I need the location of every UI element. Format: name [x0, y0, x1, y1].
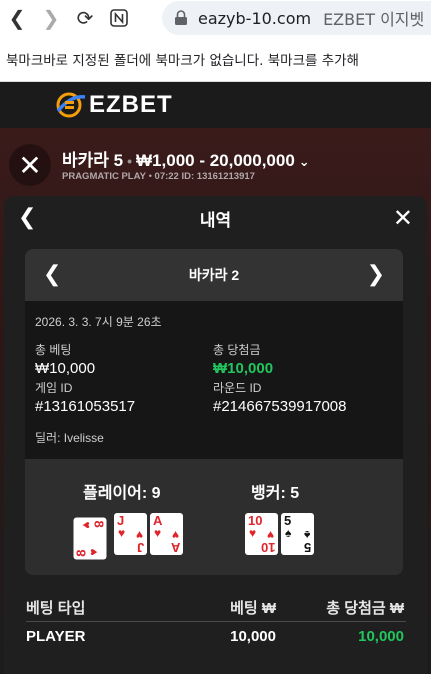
game-title[interactable]: 바카라 5 • ₩1,000 - 20,000,000 ⌄ — [62, 146, 310, 171]
card-suit-icon: ♥ — [86, 548, 101, 556]
player-card-1: 8 ♥ 8 ♥ — [73, 517, 107, 560]
logo-mark-icon — [56, 92, 86, 118]
round-navigator: ❮ 바카라 2 ❯ — [25, 249, 403, 301]
address-bar[interactable]: eazyb-10.com EZBET 이지벳 — [162, 1, 431, 35]
table-row: PLAYER 10,000 10,000 — [26, 622, 406, 650]
card-rank: 5 — [303, 540, 311, 555]
round-id-label: 라운드 ID — [213, 381, 262, 395]
total-win-value: ₩10,000 — [213, 360, 274, 377]
total-win-label: 총 당첨금 — [213, 343, 261, 357]
site-logo[interactable]: EZBET — [55, 91, 173, 119]
card-rank: J — [136, 540, 144, 555]
site-title-text: EZBET 이지벳 — [323, 10, 425, 29]
total-bet-value: ₩10,000 — [35, 360, 96, 377]
card-suit-icon: ♥ — [266, 528, 274, 542]
card-suit-icon: ♥ — [79, 521, 94, 529]
game-id-label: 게임 ID — [35, 381, 73, 395]
provider-name: PRAGMATIC PLAY — [62, 171, 146, 182]
game-limits: ₩1,000 - 20,000,000 — [136, 151, 295, 170]
game-id-value: #13161053517 — [35, 398, 136, 415]
win-amount-cell: 10,000 — [358, 627, 404, 645]
next-round-chevron-icon[interactable]: ❯ — [367, 261, 385, 287]
bet-table-header: 베팅 타입 베팅 ₩ 총 당첨금 ₩ — [26, 594, 406, 622]
bet-amount-cell: 10,000 — [230, 627, 276, 645]
game-subinfo: PRAGMATIC PLAY • 07:22 ID: 13161213917 — [62, 171, 255, 182]
chevron-down-icon: ⌄ — [298, 154, 310, 169]
game-table-id: ID: 13161213917 — [181, 171, 255, 182]
bet-type-cell: PLAYER — [26, 627, 86, 645]
player-card-2: J ♥ J ♥ — [114, 513, 147, 555]
banker-card-2: 5 ♠ 5 ♠ — [281, 513, 314, 555]
card-rank: A — [170, 540, 180, 555]
forward-arrow-icon[interactable]: ❯ — [34, 0, 68, 36]
prev-round-chevron-icon[interactable]: ❮ — [43, 261, 61, 287]
separator-dot: • — [127, 153, 133, 169]
game-name: 바카라 5 — [62, 151, 124, 170]
reload-icon[interactable]: ⟳ — [68, 0, 102, 36]
card-suit-icon: ♠ — [285, 526, 292, 540]
player-score: 플레이어: 9 — [83, 485, 161, 502]
player-card-3: A ♥ A ♥ — [150, 513, 183, 555]
col-bet-type: 베팅 타입 — [26, 600, 86, 617]
round-game-name: 바카라 2 — [188, 267, 240, 283]
banker-card-1: 10 ♥ 10 ♥ — [245, 513, 278, 555]
browser-toolbar: ❮ ❯ ⟳ eazyb-10.com EZBET 이지벳 — [0, 0, 431, 36]
banker-cards: 10 ♥ 10 ♥ 5 ♠ 5 ♠ — [245, 513, 314, 555]
round-result: 플레이어: 9 뱅커: 5 8 ♥ 8 ♥ J ♥ J ♥ A ♥ A ♥ 10 ♥ 10 ♥ 5 ♠ 5 ♠ — [25, 459, 403, 575]
round-id-value: #214667539917008 — [213, 398, 347, 415]
player-cards: 8 ♥ 8 ♥ J ♥ J ♥ A ♥ A ♥ — [69, 513, 183, 560]
col-bet-amount: 베팅 ₩ — [230, 600, 276, 617]
history-header: ❮ 내역 ✕ — [4, 196, 427, 240]
banker-score: 뱅커: 5 — [251, 485, 300, 502]
round-timestamp: 2026. 3. 3. 7시 9분 26초 — [35, 315, 162, 329]
extension-n-icon[interactable] — [102, 0, 136, 36]
logo-text: EZBET — [89, 91, 173, 118]
total-bet-label: 총 베팅 — [35, 343, 72, 357]
bookmark-empty-notice: 북마크바로 지정된 폴더에 북마크가 없습니다. 북마크를 추가해 — [6, 52, 359, 69]
history-panel: ❮ 내역 ✕ ❮ 바카라 2 ❯ 2026. 3. 3. 7시 9분 26초 총… — [4, 196, 427, 674]
bookmark-bar: 북마크바로 지정된 폴더에 북마크가 없습니다. 북마크를 추가해 — [0, 36, 431, 82]
card-suit-icon: ♥ — [118, 526, 126, 540]
card-rank: 10 — [260, 540, 275, 555]
round-card: ❮ 바카라 2 ❯ 2026. 3. 3. 7시 9분 26초 총 베팅 ₩10… — [25, 249, 403, 575]
round-details: 2026. 3. 3. 7시 9분 26초 총 베팅 ₩10,000 총 당첨금… — [25, 301, 403, 459]
close-icon[interactable]: ✕ — [393, 204, 413, 233]
bet-table: 베팅 타입 베팅 ₩ 총 당첨금 ₩ PLAYER 10,000 10,000 — [26, 594, 406, 650]
dealer-name: 딜러: Ivelisse — [35, 431, 104, 445]
back-arrow-icon[interactable]: ❮ — [0, 0, 34, 36]
url-text: eazyb-10.com — [198, 8, 312, 28]
card-suit-icon: ♥ — [249, 526, 257, 540]
card-suit-icon: ♥ — [154, 526, 162, 540]
lock-icon[interactable] — [174, 10, 188, 26]
close-game-button[interactable]: ✕ — [9, 144, 51, 186]
history-title: 내역 — [199, 210, 232, 230]
card-suit-icon: ♠ — [303, 528, 310, 542]
game-header: ✕ 바카라 5 • ₩1,000 - 20,000,000 ⌄ PRAGMATIC P… — [0, 128, 431, 198]
card-rank: 8 — [91, 520, 107, 528]
col-total-win: 총 당첨금 ₩ — [326, 600, 404, 617]
card-suit-icon: ♥ — [171, 528, 179, 542]
site-header: EZBET — [0, 82, 431, 128]
card-suit-icon: ♥ — [135, 528, 143, 542]
back-chevron-icon[interactable]: ❮ — [18, 204, 36, 230]
game-time: 07:22 — [154, 171, 179, 182]
